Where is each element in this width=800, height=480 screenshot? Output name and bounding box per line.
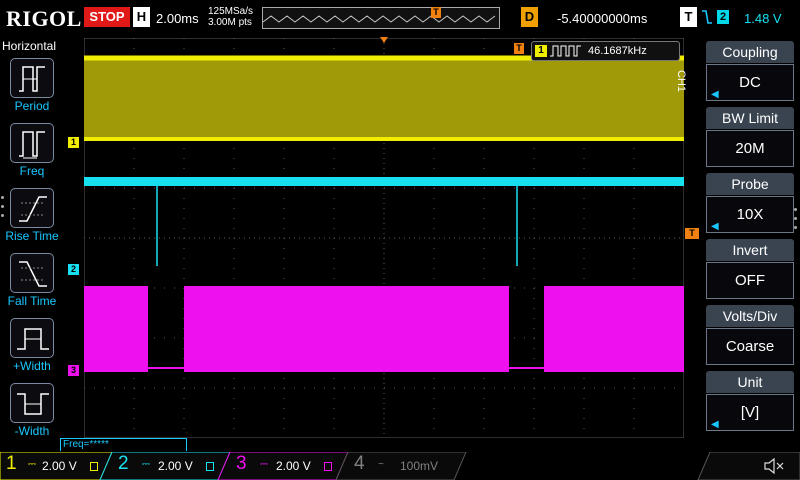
invert-setting[interactable]: Invert OFF (706, 239, 794, 301)
probe-value[interactable]: ◀ 10X (706, 196, 794, 233)
positive-width-label: +Width (13, 359, 51, 373)
ch3-scale: 2.00 V (276, 459, 311, 473)
horizontal-measure-menu: Horizontal Period Freq Rise Time Fall Ti… (0, 38, 64, 438)
waveform-canvas (84, 38, 684, 438)
rise-time-label: Rise Time (5, 229, 59, 243)
ch1-scale: 2.00 V (42, 459, 77, 473)
ch1-ground-marker[interactable]: 1 (68, 137, 79, 148)
trigger-source: 2 (717, 10, 729, 24)
negative-width-label: -Width (14, 424, 50, 438)
trigger-level[interactable]: 1.48 V (744, 11, 782, 26)
volts-div-value[interactable]: Coarse (706, 328, 794, 365)
menu-page-dots (1, 196, 5, 226)
ch2-number: 2 (118, 453, 129, 474)
bw-limit-title: BW Limit (706, 107, 794, 129)
negative-width-icon (17, 393, 49, 415)
ch3-dc-coupling-icon: ⎓ (260, 459, 268, 470)
unit-title: Unit (706, 371, 794, 393)
channel-settings-menu: Coupling ◀ DC BW Limit 20M Probe ◀ 10X I… (700, 38, 800, 438)
freq-icon (19, 131, 45, 159)
bw-limit-value[interactable]: 20M (706, 130, 794, 167)
frequency-counter[interactable]: Freq=***** (60, 438, 187, 451)
probe-title: Probe (706, 173, 794, 195)
ch1-bw-icon (90, 462, 98, 471)
freq-button[interactable] (10, 123, 54, 163)
period-icon (19, 66, 45, 92)
probe-setting[interactable]: Probe ◀ 10X (706, 173, 794, 235)
bw-limit-setting[interactable]: BW Limit 20M (706, 107, 794, 169)
delay-badge: D (521, 7, 538, 27)
trigger-badge: T (680, 7, 697, 27)
ch3-number: 3 (236, 453, 247, 474)
menu-page-dots-right (794, 208, 798, 238)
unit-setting[interactable]: Unit ◀ [V] (706, 371, 794, 433)
ch2-trace (84, 177, 684, 186)
pulse-train-icon (550, 45, 581, 57)
ch2-bw-icon (206, 462, 214, 471)
freq-label: Freq (19, 164, 45, 178)
ch3-trace-burst (544, 286, 684, 372)
horizontal-badge: H (133, 7, 150, 27)
fall-time-button[interactable] (10, 253, 54, 293)
unit-value[interactable]: ◀ [V] (706, 394, 794, 431)
memory-position-strip: T (262, 7, 500, 29)
trigger-marker-top: T (514, 43, 524, 54)
top-status-bar: RIGOL STOP H 2.00ms 125MSa/s 3.00M pts T… (0, 0, 800, 38)
ch2-scale: 2.00 V (158, 459, 193, 473)
invert-value[interactable]: OFF (706, 262, 794, 299)
ch3-trace-burst (184, 286, 509, 372)
measurement-value: 46.1687kHz (588, 45, 647, 57)
period-label: Period (14, 99, 50, 113)
ch4-status-tab[interactable]: 4 ~ 100mV (348, 452, 458, 480)
channel-menu-label: CH1 (675, 70, 687, 93)
ch1-number: 1 (6, 453, 17, 474)
brand-logo: RIGOL (6, 6, 82, 31)
ch1-dc-coupling-icon: ⎓ (28, 459, 36, 470)
ch2-dc-coupling-icon: ⎓ (142, 459, 150, 470)
ch3-status-tab[interactable]: 3 ⎓ 2.00 V (230, 452, 340, 480)
memory-trigger-marker: T (431, 7, 441, 18)
run-stop-status[interactable]: STOP (84, 7, 130, 27)
channel-status-bar: 1 ⎓ 2.00 V 2 ⎓ 2.00 V 3 ⎓ 2.00 V 4 ~ 100… (0, 452, 800, 480)
rise-time-icon (19, 196, 47, 222)
sample-rate: 125MSa/s (208, 6, 254, 17)
period-button[interactable] (10, 58, 54, 98)
ch2-status-tab[interactable]: 2 ⎓ 2.00 V (112, 452, 222, 480)
ch3-ground-marker[interactable]: 3 (68, 365, 79, 376)
falling-edge-icon (702, 10, 712, 24)
coupling-setting[interactable]: Coupling ◀ DC (706, 41, 794, 103)
ch2-ground-marker[interactable]: 2 (68, 264, 79, 275)
trigger-level-marker[interactable]: T (685, 228, 699, 239)
coupling-value[interactable]: ◀ DC (706, 64, 794, 101)
cycle-arrow-icon: ◀ (711, 419, 719, 430)
positive-width-button[interactable] (10, 318, 54, 358)
waveform-display[interactable]: 1 2 3 T T 1 46.1687kHz (68, 37, 699, 438)
timebase-value[interactable]: 2.00ms (156, 11, 199, 26)
ch4-number: 4 (354, 453, 365, 474)
negative-width-button[interactable] (10, 383, 54, 423)
ch1-trace-fill (84, 56, 684, 141)
volts-div-setting[interactable]: Volts/Div Coarse (706, 305, 794, 367)
invert-title: Invert (706, 239, 794, 261)
speaker-muted-icon[interactable] (764, 458, 784, 474)
fall-time-icon (19, 261, 47, 287)
ch4-scale: 100mV (400, 459, 439, 473)
fall-time-label: Fall Time (7, 294, 57, 308)
ch3-trace-burst (84, 286, 148, 372)
memory-waveform-preview (262, 15, 496, 23)
ch4-ac-coupling-icon: ~ (378, 459, 384, 470)
delay-value[interactable]: -5.40000000ms (557, 11, 647, 26)
positive-width-icon (17, 328, 49, 350)
rise-time-button[interactable] (10, 188, 54, 228)
volts-div-title: Volts/Div (706, 305, 794, 327)
trigger-position-marker[interactable] (380, 37, 388, 43)
ch3-bw-icon (324, 462, 332, 471)
left-menu-title: Horizontal (2, 39, 57, 53)
measurement-readout[interactable]: 1 46.1687kHz (531, 41, 680, 61)
ch1-status-tab[interactable]: 1 ⎓ 2.00 V (0, 452, 110, 480)
measurement-channel: 1 (535, 45, 547, 57)
coupling-title: Coupling (706, 41, 794, 63)
memory-depth: 3.00M pts (208, 17, 252, 28)
